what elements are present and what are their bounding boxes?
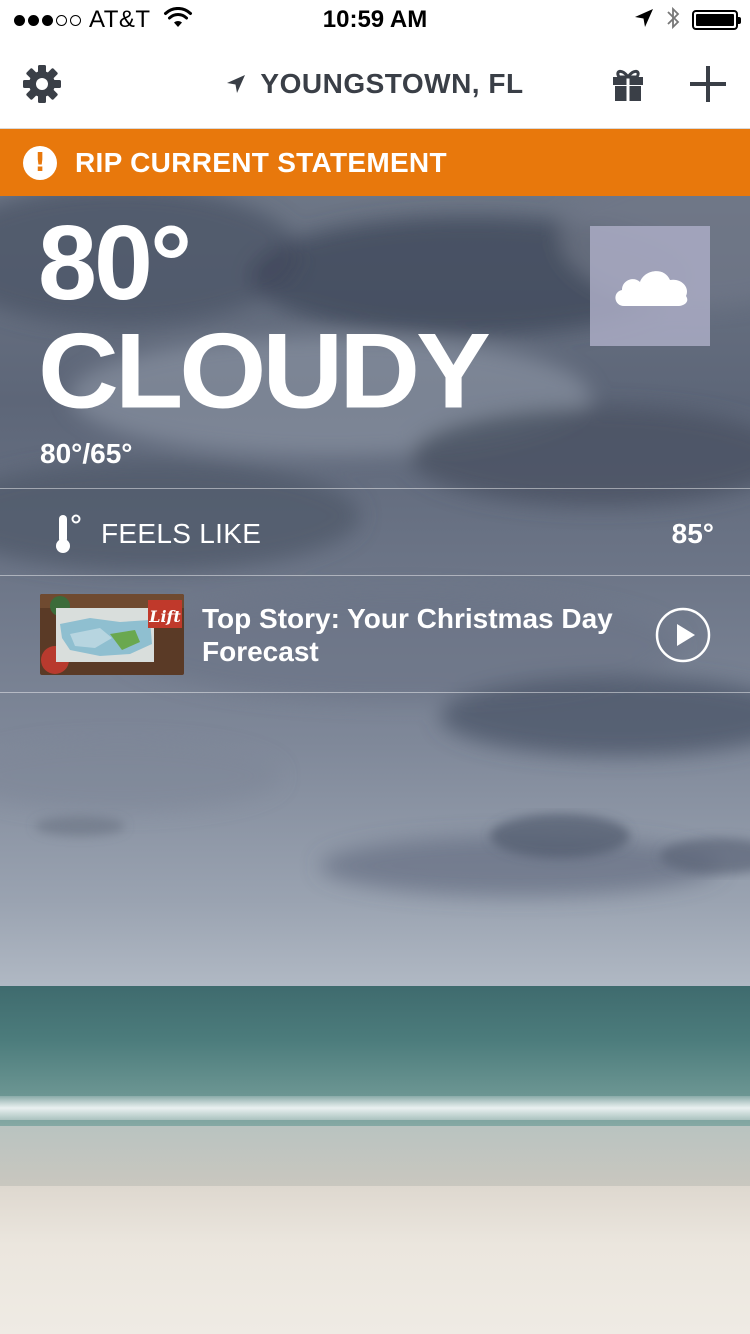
wave-foam bbox=[0, 1096, 750, 1120]
battery-fill bbox=[696, 14, 734, 26]
story-thumbnail: Lift bbox=[40, 594, 184, 675]
top-story-title: Top Story: Your Christmas Day Forecast bbox=[202, 603, 613, 667]
gift-button[interactable] bbox=[610, 66, 646, 102]
cloud-icon bbox=[615, 271, 688, 306]
location-name: YOUNGSTOWN, FL bbox=[260, 68, 524, 99]
location-arrow-icon bbox=[227, 75, 246, 93]
weather-alert-banner[interactable]: ! RIP CURRENT STATEMENT bbox=[0, 129, 750, 196]
alert-exclamation-icon: ! bbox=[23, 145, 57, 180]
thumbnail-logo: Lift bbox=[148, 607, 181, 626]
top-story-row[interactable]: Lift Top Story: Your Christmas Day Forec… bbox=[0, 575, 750, 693]
status-bar: AT&T 10:59 AM bbox=[0, 0, 750, 40]
play-button[interactable] bbox=[655, 607, 711, 663]
thermometer-icon bbox=[55, 513, 85, 560]
location-services-icon bbox=[634, 8, 654, 33]
battery-icon bbox=[692, 10, 741, 30]
nav-bar: YOUNGSTOWN, FL bbox=[0, 40, 750, 129]
play-icon bbox=[655, 607, 711, 663]
beach-sand bbox=[0, 1186, 750, 1334]
alert-title: RIP CURRENT STATEMENT bbox=[75, 146, 447, 178]
plus-icon bbox=[690, 66, 726, 102]
current-temperature: 80° bbox=[38, 204, 192, 322]
current-condition: CLOUDY bbox=[38, 311, 491, 431]
bluetooth-icon bbox=[666, 6, 680, 35]
status-right bbox=[634, 6, 741, 35]
high-low-temperature: 80°/65° bbox=[40, 438, 133, 469]
condition-icon-tile bbox=[590, 226, 710, 346]
gift-icon bbox=[613, 69, 643, 101]
feels-like-label: FEELS LIKE bbox=[101, 518, 262, 549]
wet-sand bbox=[0, 1126, 750, 1186]
add-location-button[interactable] bbox=[688, 64, 728, 104]
feels-like-row: FEELS LIKE 85° bbox=[0, 488, 750, 575]
feels-like-value: 85° bbox=[671, 518, 714, 549]
